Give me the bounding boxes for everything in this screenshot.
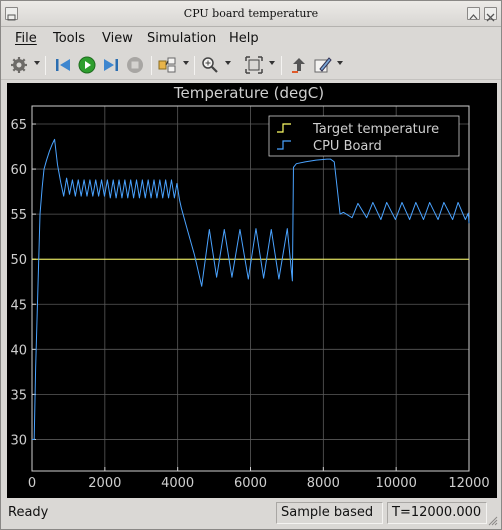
style-dropdown-icon[interactable] bbox=[337, 61, 343, 65]
x-tick-label: 6000 bbox=[234, 476, 267, 491]
toolbar-separator bbox=[281, 56, 282, 75]
y-tick-label: 35 bbox=[10, 388, 27, 403]
temperature-plot[interactable]: Temperature (degC) 0 2000 4000 6000 8000 1000… bbox=[7, 83, 497, 498]
highlight-icon[interactable] bbox=[289, 55, 309, 75]
legend-label: Target temperature bbox=[312, 122, 439, 137]
menu-tools[interactable]: Tools bbox=[53, 31, 85, 46]
x-tick-label: 4000 bbox=[161, 476, 194, 491]
x-tick-label: 12000 bbox=[448, 476, 489, 491]
legend-label: CPU Board bbox=[313, 139, 382, 154]
menu-help[interactable]: Help bbox=[229, 31, 259, 46]
step-forward-icon[interactable] bbox=[101, 55, 121, 75]
y-tick-label: 40 bbox=[10, 343, 27, 358]
window-menu-icon[interactable] bbox=[5, 7, 18, 21]
gear-dropdown-icon[interactable] bbox=[34, 61, 40, 65]
status-bar: Ready Sample based T=12000.000 bbox=[1, 500, 501, 529]
scope-display[interactable]: Temperature (degC) 0 2000 4000 6000 8000 1000… bbox=[7, 83, 497, 498]
toolbar-separator bbox=[45, 56, 46, 75]
chart-title: Temperature (degC) bbox=[173, 84, 324, 102]
gear-icon[interactable] bbox=[9, 55, 29, 75]
menu-file[interactable]: File bbox=[15, 31, 37, 46]
menu-bar: File Tools View Simulation Help bbox=[1, 27, 501, 50]
toolbar-separator bbox=[151, 56, 152, 75]
stop-icon[interactable] bbox=[125, 55, 145, 75]
step-back-icon[interactable] bbox=[53, 55, 73, 75]
status-ready: Ready bbox=[8, 505, 49, 520]
y-tick-label: 55 bbox=[10, 208, 27, 223]
window-title: CPU board temperature bbox=[183, 7, 319, 20]
y-tick-label: 45 bbox=[10, 298, 27, 313]
y-tick-label: 65 bbox=[10, 118, 27, 133]
close-icon[interactable] bbox=[484, 7, 497, 22]
y-tick-label: 60 bbox=[10, 163, 27, 178]
toolbar bbox=[1, 50, 501, 80]
fit-dropdown-icon[interactable] bbox=[269, 61, 275, 65]
status-mode: Sample based bbox=[276, 502, 383, 524]
menu-view[interactable]: View bbox=[102, 31, 133, 46]
maximize-icon[interactable] bbox=[467, 7, 480, 20]
status-time: T=12000.000 bbox=[387, 502, 487, 524]
signal-select-icon[interactable] bbox=[157, 55, 177, 75]
resize-grip-icon[interactable] bbox=[488, 516, 498, 526]
scope-window: CPU board temperature File Tools View Si… bbox=[0, 0, 502, 530]
run-icon[interactable] bbox=[77, 55, 97, 75]
y-tick-label: 30 bbox=[10, 433, 27, 448]
x-tick-label: 8000 bbox=[307, 476, 340, 491]
zoom-icon[interactable] bbox=[200, 55, 220, 75]
menu-simulation[interactable]: Simulation bbox=[147, 31, 216, 46]
edit-style-icon[interactable] bbox=[313, 55, 333, 75]
y-tick-label: 50 bbox=[10, 253, 27, 268]
fit-view-icon[interactable] bbox=[244, 55, 264, 75]
x-tick-label: 0 bbox=[28, 476, 36, 491]
title-bar: CPU board temperature bbox=[1, 1, 501, 27]
x-tick-label: 10000 bbox=[375, 476, 416, 491]
zoom-dropdown-icon[interactable] bbox=[225, 61, 231, 65]
signal-dropdown-icon[interactable] bbox=[183, 61, 189, 65]
x-tick-label: 2000 bbox=[88, 476, 121, 491]
toolbar-separator bbox=[194, 56, 195, 75]
